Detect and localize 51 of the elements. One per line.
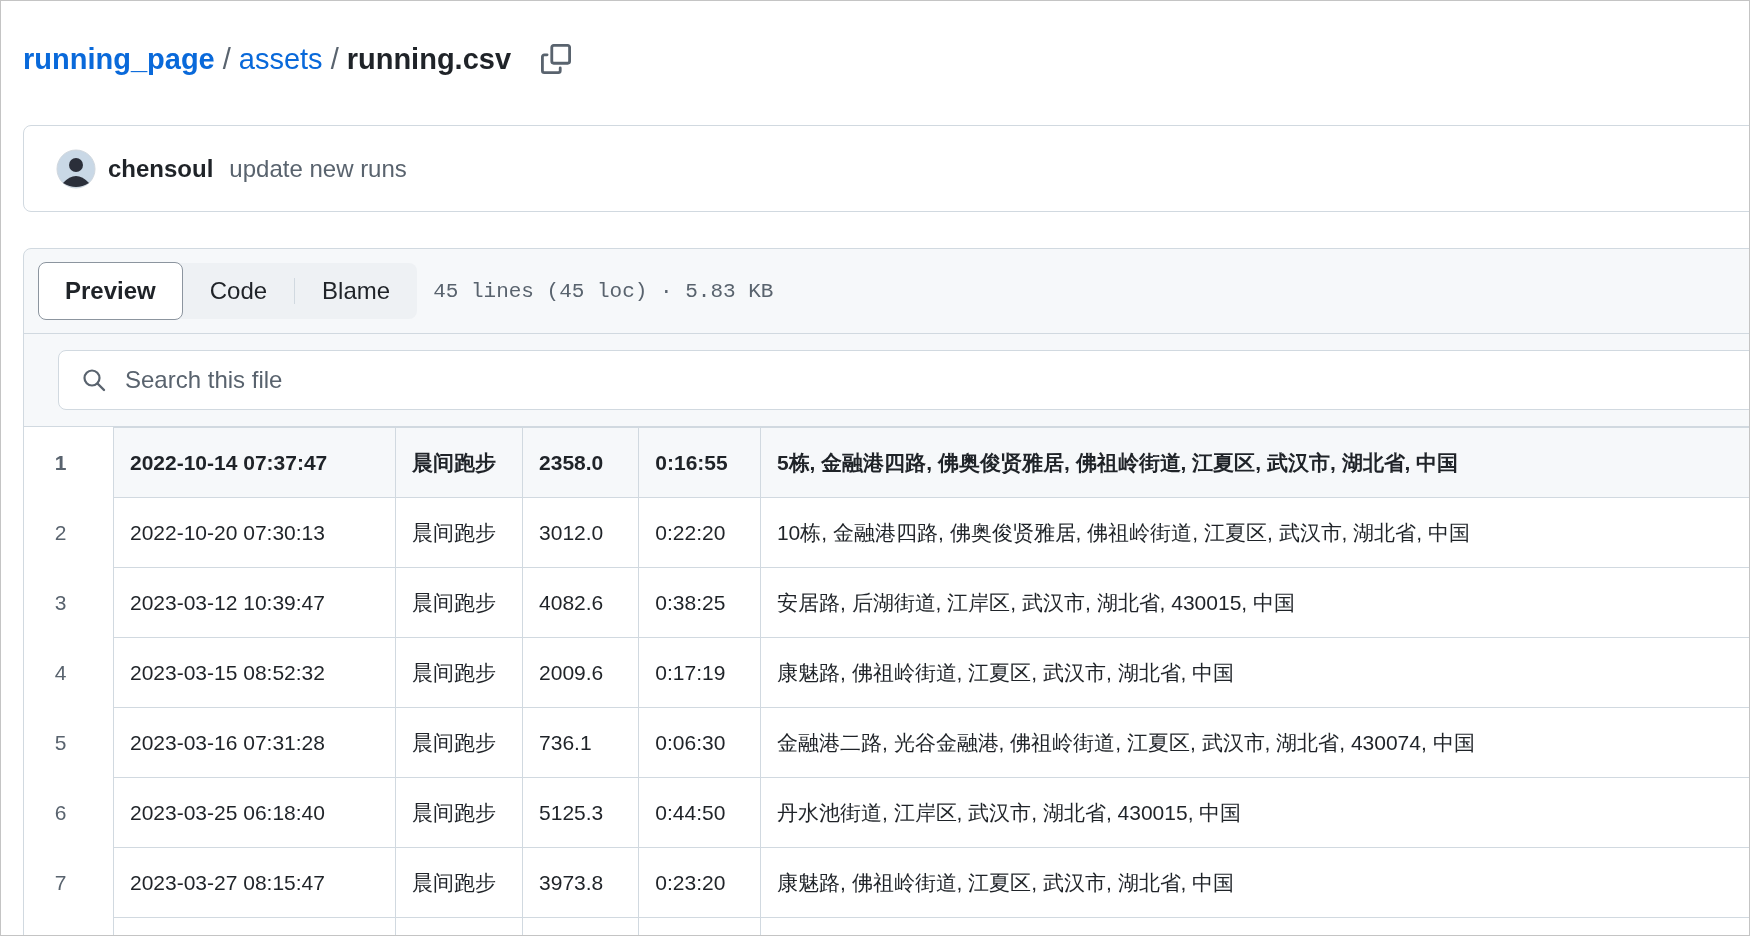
- table-cell: 2023-03-15 08:52:32: [113, 637, 396, 708]
- table-cell: 0:17:19: [638, 637, 761, 708]
- table-cell: 晨间跑步: [395, 777, 523, 848]
- table-cell: 晨间跑步: [395, 707, 523, 778]
- table-cell: 0:44:50: [638, 777, 761, 848]
- view-tab[interactable]: Code: [182, 262, 295, 320]
- header-cell: 2358.0: [522, 427, 639, 498]
- table-cell: 2023-03-12 10:39:47: [113, 567, 396, 638]
- breadcrumb-link[interactable]: assets: [238, 42, 323, 76]
- table-cell: 5125.3: [522, 777, 639, 848]
- header-cell: 0:16:55: [638, 427, 761, 498]
- table-cell: 晨间跑步: [395, 497, 523, 568]
- copy-icon[interactable]: [541, 44, 572, 74]
- search-icon: [82, 368, 106, 392]
- header-cell: 2022-10-14 07:37:47: [113, 427, 396, 498]
- table-cell: 0:38:25: [638, 567, 761, 638]
- line-number: 3: [24, 567, 114, 638]
- view-tab[interactable]: Blame: [295, 262, 418, 320]
- line-number: 6: [24, 777, 114, 848]
- commit-message[interactable]: update new runs: [229, 154, 407, 183]
- table-cell: 736.1: [522, 707, 639, 778]
- table-cell: 晨间跑步: [395, 637, 523, 708]
- table-cell: 晨间跑步: [395, 567, 523, 638]
- header-cell: 晨间跑步: [395, 427, 523, 498]
- header-cell: 5栋, 金融港四路, 佛奥俊贤雅居, 佛祖岭街道, 江夏区, 武汉市, 湖北省, 中国: [760, 427, 1749, 498]
- table-cell: 2009.6: [522, 637, 639, 708]
- breadcrumb-separator: /: [330, 42, 339, 76]
- line-number: 2: [24, 497, 114, 568]
- table-cell: 晨间跑步: [395, 847, 523, 918]
- table-cell: 2023-03-25 06:18:40: [113, 777, 396, 848]
- table-cell: 3973.8: [522, 847, 639, 918]
- table-cell: 2023-03-27 08:15:47: [113, 847, 396, 918]
- avatar-icon[interactable]: [56, 148, 96, 189]
- search-field[interactable]: Search this file: [58, 350, 1749, 410]
- table-cell: 0:06:30: [638, 707, 761, 778]
- breadcrumb-separator: /: [222, 42, 231, 76]
- table-cell: 4082.6: [522, 567, 639, 638]
- table-cell: 2022-10-20 07:30:13: [113, 497, 396, 568]
- view-tab[interactable]: Preview: [38, 262, 183, 320]
- table-cell: 0:22:20: [638, 497, 761, 568]
- table-cell: 0:23:20: [638, 847, 761, 918]
- file-info: 45 lines (45 loc) · 5.83 KB: [433, 279, 774, 303]
- line-number: 1: [24, 427, 114, 498]
- line-number: 5: [24, 707, 114, 778]
- breadcrumb-link[interactable]: running_page: [23, 42, 215, 76]
- line-number: 4: [24, 637, 114, 708]
- line-number: 7: [24, 847, 114, 918]
- table-cell: 3012.0: [522, 497, 639, 568]
- table-cell: 2023-03-16 07:31:28: [113, 707, 396, 778]
- file-name: running.csv: [346, 42, 512, 76]
- commit-author[interactable]: chensoul: [108, 154, 214, 183]
